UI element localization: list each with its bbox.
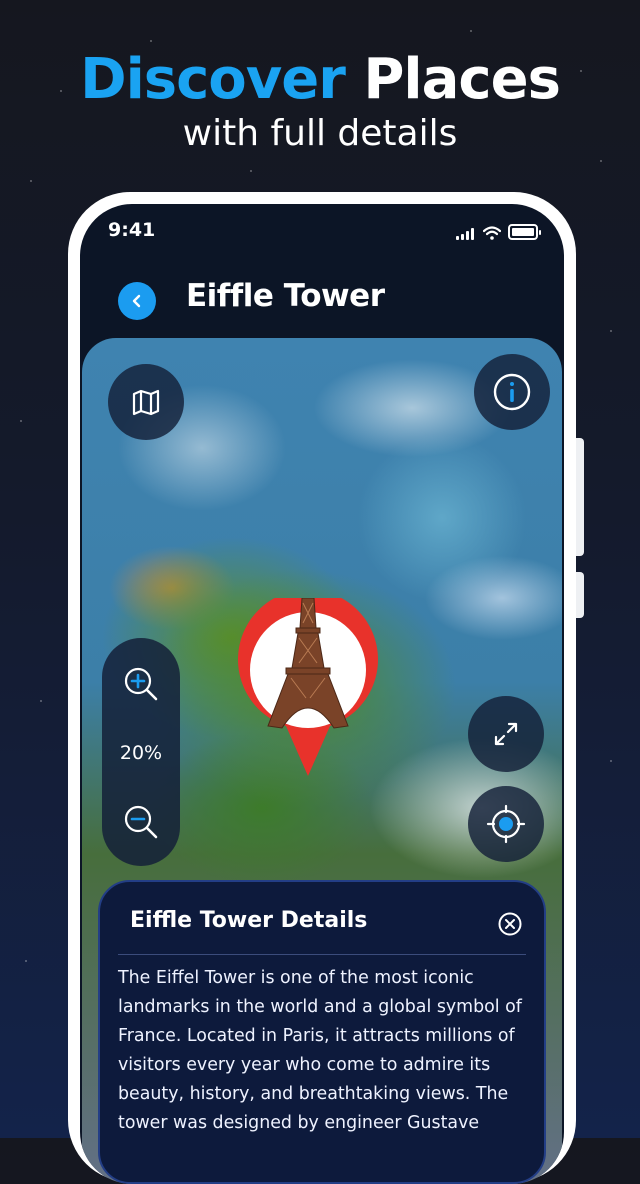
phone-screen: 9:41 Eiffle Tower 20% Eiffle Tower Detai… <box>80 204 564 1184</box>
headline-accent: Discover <box>80 47 346 112</box>
zoom-out-button[interactable] <box>121 802 161 842</box>
zoom-out-icon <box>124 805 158 839</box>
my-location-button[interactable] <box>468 786 544 862</box>
zoom-in-button[interactable] <box>121 664 161 704</box>
info-button[interactable] <box>474 354 550 430</box>
battery-icon <box>508 224 541 240</box>
back-chevron-icon <box>132 294 141 308</box>
promo-headline: Discover Places <box>0 48 640 112</box>
promo-subheadline: with full details <box>182 113 458 154</box>
zoom-level: 20% <box>119 742 163 764</box>
headline-rest: Places <box>363 47 561 112</box>
signal-icon <box>456 228 476 240</box>
status-time: 9:41 <box>108 219 156 241</box>
status-icons <box>456 224 541 240</box>
divider <box>118 954 526 955</box>
expand-icon <box>494 722 518 746</box>
page-title: Eiffle Tower <box>186 278 385 314</box>
map-type-button[interactable] <box>108 364 184 440</box>
back-button[interactable] <box>118 282 156 320</box>
details-panel: Eiffle Tower Details The Eiffel Tower is… <box>98 880 546 1184</box>
eiffel-tower-icon <box>237 581 378 776</box>
zoom-controls: 20% <box>102 638 180 866</box>
phone-side-button <box>576 572 584 618</box>
details-title: Eiffle Tower Details <box>130 908 368 933</box>
zoom-in-icon <box>124 667 158 701</box>
info-icon <box>493 373 531 411</box>
eiffel-tower-pin[interactable] <box>236 581 380 778</box>
fullscreen-button[interactable] <box>468 696 544 772</box>
close-icon[interactable] <box>498 912 522 936</box>
details-description: The Eiffel Tower is one of the most icon… <box>118 968 522 1133</box>
wifi-icon <box>483 226 501 240</box>
map-icon <box>132 389 160 416</box>
phone-side-button <box>576 438 584 556</box>
locate-icon <box>486 804 526 844</box>
